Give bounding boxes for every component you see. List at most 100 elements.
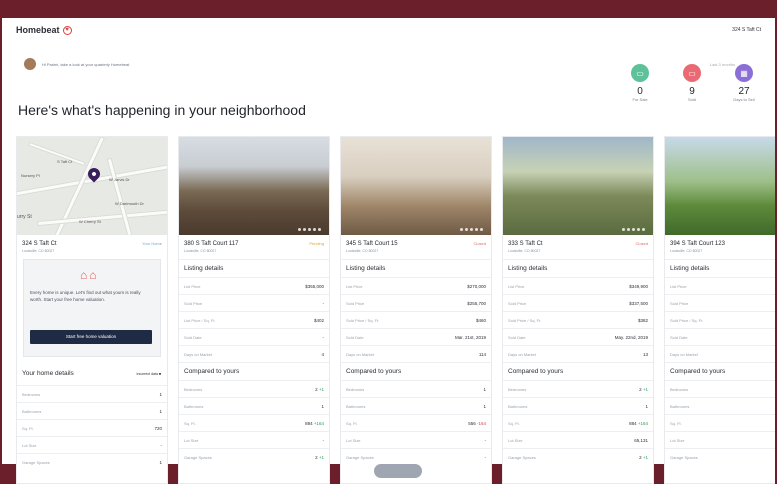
cards-carousel[interactable]: Nursery Pl S Taft Ct W Jarvis Dr W Dartm… [16,136,775,484]
compared-title: Compared to yours [665,362,775,380]
your-home-card: Nursery Pl S Taft Ct W Jarvis Dr W Dartm… [16,136,168,484]
listing-photo[interactable] [179,137,329,235]
neighborhood-map[interactable]: Nursery Pl S Taft Ct W Jarvis Dr W Dartm… [17,137,167,235]
compare-row: Bathrooms 1 [341,397,491,414]
compare-row: Garage Spaces 2 +1 [503,448,653,465]
map-label: W Cherry St [79,219,101,224]
card-header: 324 S Taft Ct Louisville, CO 80027 Your … [17,235,167,259]
listing-row: Days on Market 114 [341,345,491,362]
start-valuation-button[interactable]: Start free home valuation [30,330,152,344]
compare-row: Sq. Ft. 884 +164 [503,414,653,431]
homebeat-logo[interactable]: Homebeat ♥ [16,25,72,35]
status-badge: Closed [635,241,648,246]
listing-row: List Price / Sq. Ft. $402 [179,311,329,328]
status-badge: Pending [309,241,324,246]
listing-row: Sold Date - [179,328,329,345]
stat-days-to-sell: ▦ 27 Days to Sell [725,58,763,102]
detail-row: Bedrooms 1 [17,385,167,402]
listing-details-title: Listing details [503,259,653,277]
listing-row: List Price $270,000 [341,277,491,294]
detail-row: Lot Size - [17,436,167,453]
listing-card[interactable]: 345 S Taft Court 15 Louisville, CO 80027… [340,136,492,484]
listing-row: List Price $349,900 [503,277,653,294]
listing-photo[interactable] [665,137,775,235]
status-badge: Your Home [142,241,162,246]
card-city: Louisville, CO 80027 [184,249,217,253]
photo-dots[interactable] [460,228,483,231]
card-header: 345 S Taft Court 15 Louisville, CO 80027… [341,235,491,259]
compare-row: Bedrooms 1 [341,380,491,397]
listing-row: Days on Market [665,345,775,362]
compare-row: Bedrooms 2 +1 [503,380,653,397]
compare-row: Bathrooms [665,397,775,414]
compare-row: Bathrooms 1 [179,397,329,414]
listing-row: List Price $355,000 [179,277,329,294]
card-city: Louisville, CO 80027 [508,249,541,253]
listing-card[interactable]: 333 S Taft Ct Louisville, CO 80027 Close… [502,136,654,484]
stat-sold: ▭ 9 Sold [673,58,711,102]
avatar [24,58,36,70]
compare-row: Lot Size 65,131 [503,431,653,448]
neighborhood-stats: ▭ 0 For Sale ▭ 9 Sold ▦ 27 Days to Sell [621,58,763,102]
compare-row: Sq. Ft. [665,414,775,431]
compare-row: Lot Size - [179,431,329,448]
listing-row: Sold Date May. 22nd, 2019 [503,328,653,345]
compare-row: Garage Spaces [665,448,775,465]
compare-row: Garage Spaces 2 +1 [179,448,329,465]
card-address: 345 S Taft Court 15 [346,241,398,247]
stat-for-sale: ▭ 0 For Sale [621,58,659,102]
photo-dots[interactable] [622,228,645,231]
stat-label: Days to Sell [733,97,755,102]
stat-value: 0 [637,86,643,97]
for-sale-icon: ▭ [631,64,649,82]
carousel-scroll-handle[interactable] [374,464,422,478]
stat-value: 9 [689,86,695,97]
app-window: Homebeat ♥ 324 S Taft Ct Hi Parimi, take… [0,0,777,484]
compare-row: Lot Size - [341,431,491,448]
detail-row: Sq. Ft. 720 [17,419,167,436]
detail-row: Bathrooms 1 [17,402,167,419]
listing-card[interactable]: 394 S Taft Court 123 Louisville, CO 8002… [664,136,775,484]
compare-row: Sq. Ft. 884 +164 [179,414,329,431]
calendar-icon: ▦ [735,64,753,82]
listing-row: Sold Price - [179,294,329,311]
compared-title: Compared to yours [179,362,329,380]
stat-label: Sold [687,97,696,102]
page-title: Here's what's happening in your neighbor… [18,102,306,118]
listing-row: Days on Market 13 [503,345,653,362]
valuation-text: Every home is unique. Let's find out wha… [30,290,141,302]
greeting: Hi Parimi, take a look at your quarterly… [24,58,129,70]
compare-row: Bedrooms [665,380,775,397]
listing-photo[interactable] [503,137,653,235]
listing-row: Sold Price $337,500 [503,294,653,311]
stat-value: 27 [738,86,750,97]
compare-row: Garage Spaces - [341,448,491,465]
listing-row: Sold DateJul. [665,328,775,345]
top-bar: Homebeat ♥ 324 S Taft Ct [2,18,775,42]
listing-details-title: Listing details [341,259,491,277]
card-header: 380 S Taft Court 117 Louisville, CO 8002… [179,235,329,259]
sold-icon: ▭ [683,64,701,82]
details-title: Your home details [22,370,74,377]
card-header: 333 S Taft Ct Louisville, CO 80027 Close… [503,235,653,259]
listing-details-title: Listing details [665,259,775,277]
photo-dots[interactable] [298,228,321,231]
map-label: S Taft Ct [57,159,73,164]
map-label: W Dartmouth Dr [115,201,144,206]
card-address: 380 S Taft Court 117 [184,241,239,247]
listing-card[interactable]: 380 S Taft Court 117 Louisville, CO 8002… [178,136,330,484]
card-header: 394 S Taft Court 123 Louisville, CO 8002… [665,235,775,259]
listing-details-title: Listing details [179,259,329,277]
card-address: 394 S Taft Court 123 [670,241,725,247]
logo-text: Homebeat [16,25,60,35]
listing-row: Sold Price [665,294,775,311]
listing-row: Sold Price / Sq. Ft. $382 [503,311,653,328]
listing-row: Sold Price / Sq. Ft. $460 [341,311,491,328]
map-label: Nursery Pl [21,173,40,178]
card-city: Louisville, CO 80027 [346,249,379,253]
listing-photo[interactable] [341,137,491,235]
listing-row: Sold Price / Sq. Ft. [665,311,775,328]
compare-row: Lot Size [665,431,775,448]
incorrect-data-link[interactable]: Incorrect data ■ [136,372,161,376]
stat-label: For Sale [632,97,648,102]
